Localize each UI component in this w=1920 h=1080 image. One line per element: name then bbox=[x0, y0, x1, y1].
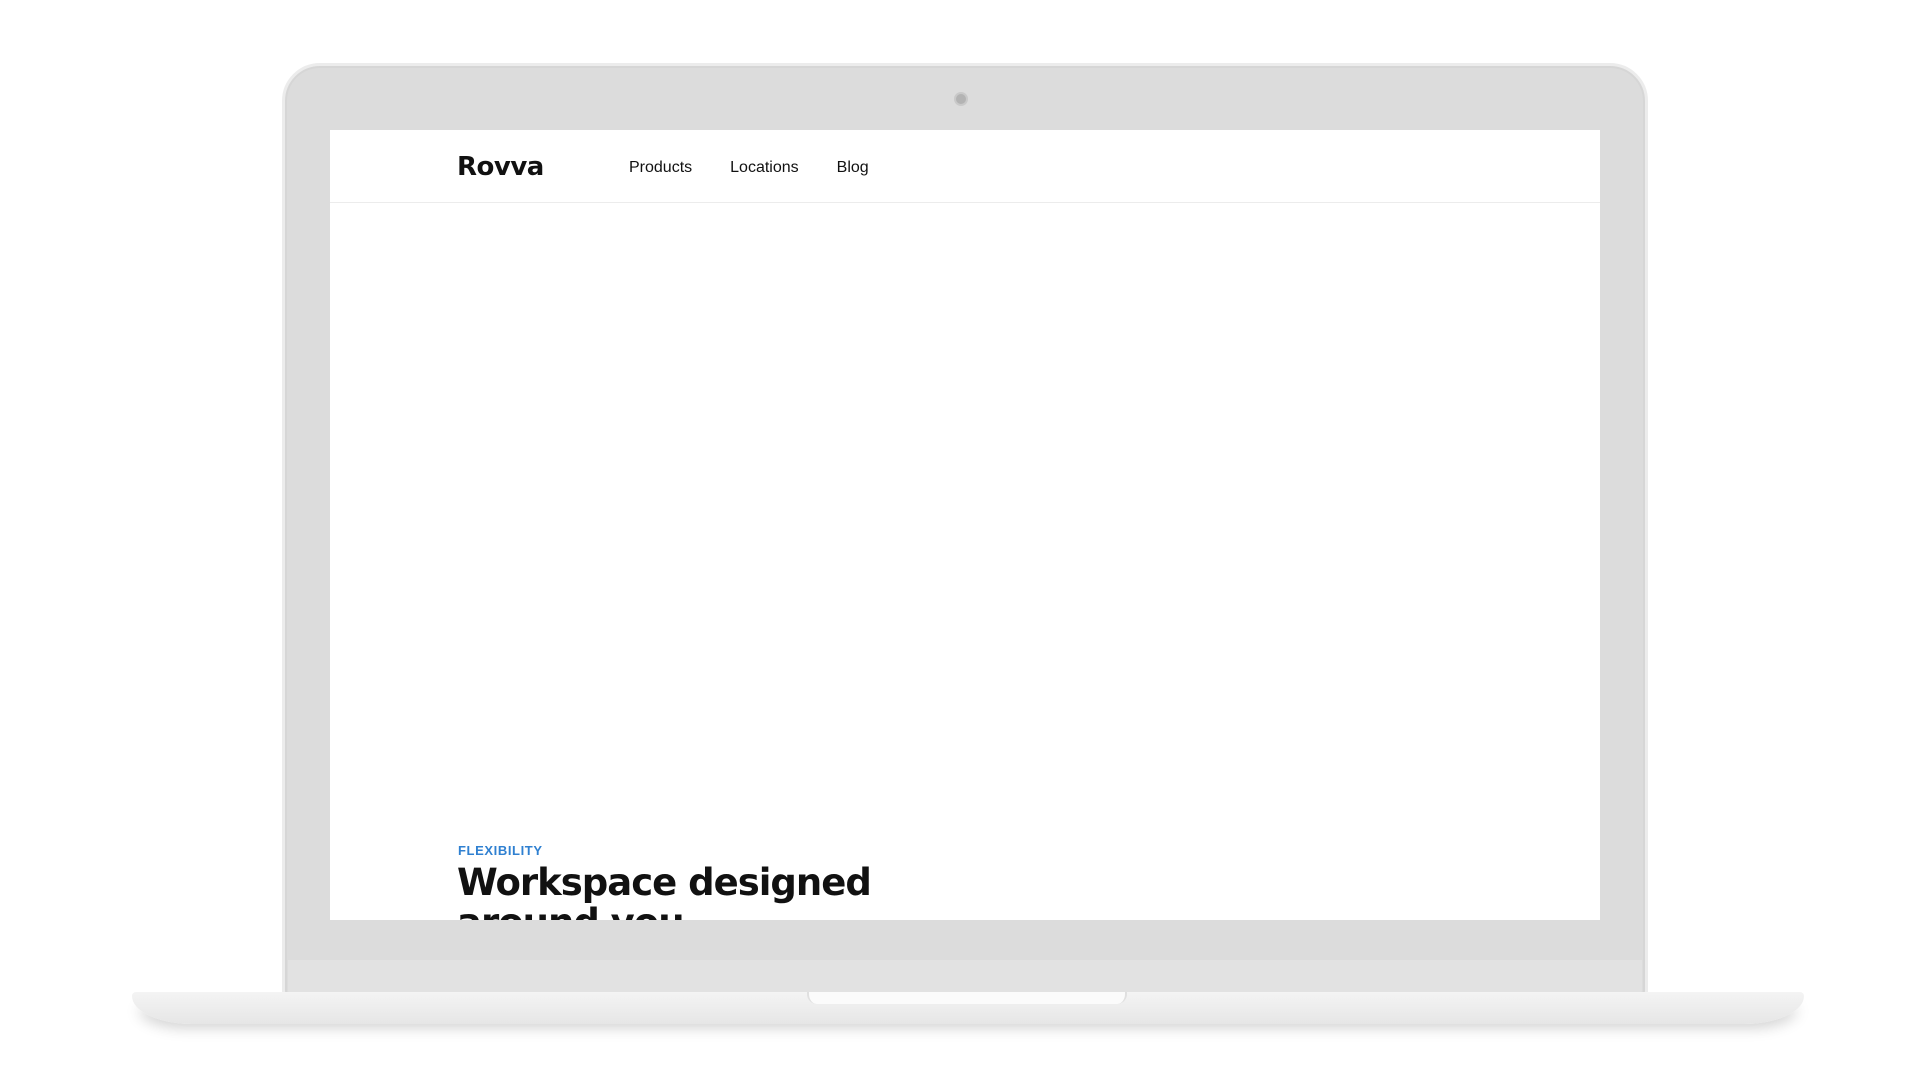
nav-link-blog[interactable]: Blog bbox=[837, 159, 869, 177]
nav-link-locations[interactable]: Locations bbox=[730, 159, 799, 177]
site-logo[interactable]: Rovva bbox=[457, 152, 544, 182]
main-nav: Products Locations Blog bbox=[629, 159, 869, 177]
webcam-icon bbox=[954, 92, 968, 106]
laptop-mockup: Rovva Products Locations Blog FLEXIBILIT… bbox=[0, 0, 1920, 1080]
laptop-bezel-bottom bbox=[288, 960, 1642, 996]
laptop-base-notch bbox=[807, 992, 1127, 1004]
hero-headline: Workspace designed around you bbox=[457, 861, 872, 921]
laptop-base bbox=[132, 992, 1804, 1024]
hero-eyebrow: FLEXIBILITY bbox=[458, 843, 543, 858]
laptop-screen: Rovva Products Locations Blog FLEXIBILIT… bbox=[330, 130, 1600, 920]
site-header: Rovva Products Locations Blog bbox=[330, 130, 1600, 203]
nav-link-products[interactable]: Products bbox=[629, 159, 692, 177]
